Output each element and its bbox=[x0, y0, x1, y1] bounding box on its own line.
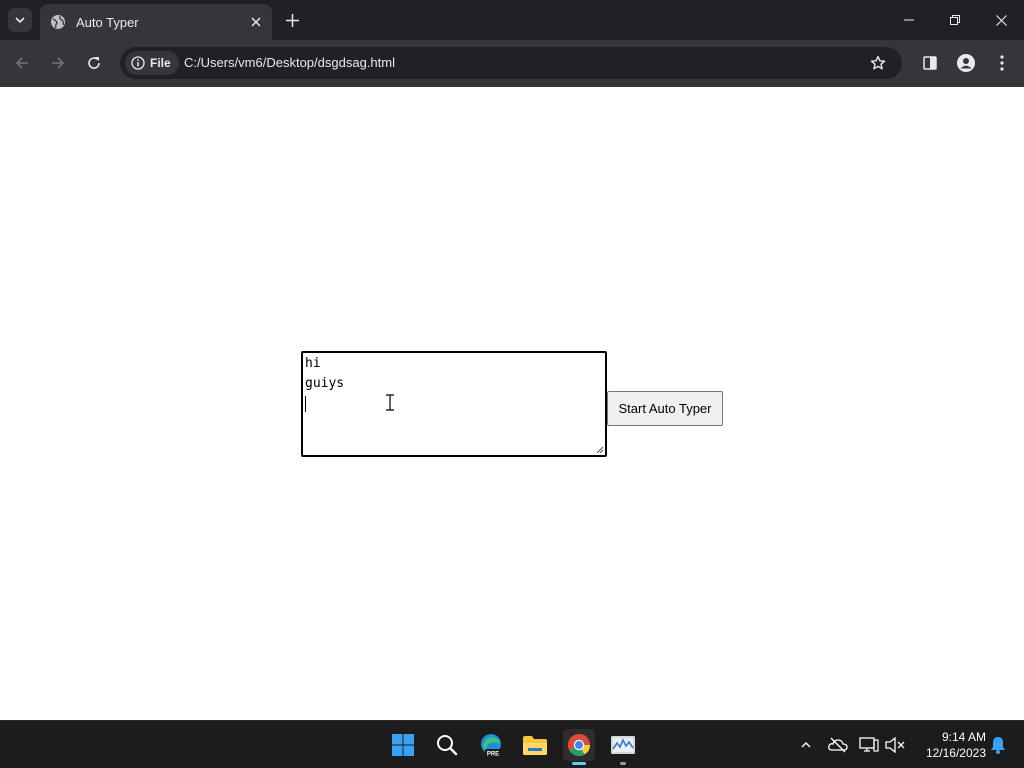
tab-title: Auto Typer bbox=[76, 14, 139, 30]
search-icon bbox=[437, 735, 458, 756]
bookmark-button[interactable] bbox=[868, 53, 888, 73]
close-icon bbox=[995, 14, 1007, 26]
minimize-button[interactable] bbox=[886, 0, 932, 40]
profile-icon bbox=[957, 54, 975, 72]
volume-status[interactable] bbox=[883, 733, 907, 757]
volume-muted-icon bbox=[885, 737, 905, 753]
address-bar[interactable]: File C:/Users/vm6/Desktop/dsgdsag.html bbox=[120, 47, 902, 79]
back-button[interactable] bbox=[10, 51, 34, 75]
site-info-label: File bbox=[150, 56, 171, 70]
info-icon bbox=[131, 56, 145, 70]
browser-titlebar: Auto Typer bbox=[0, 0, 1024, 40]
text-caret bbox=[305, 396, 306, 412]
side-panel-icon bbox=[923, 56, 937, 70]
edge-preview-icon: PRE bbox=[481, 734, 501, 758]
performance-monitor-app[interactable] bbox=[607, 729, 639, 765]
new-tab-button[interactable] bbox=[282, 10, 302, 30]
browser-toolbar: File C:/Users/vm6/Desktop/dsgdsag.html bbox=[0, 40, 1024, 87]
url-text[interactable]: C:/Users/vm6/Desktop/dsgdsag.html bbox=[184, 55, 395, 70]
clock-time: 9:14 AM bbox=[941, 730, 986, 744]
text-cursor-icon bbox=[386, 394, 394, 411]
taskbar-search-button[interactable] bbox=[431, 729, 463, 761]
clock-date: 12/16/2023 bbox=[925, 746, 986, 760]
plus-icon bbox=[285, 13, 299, 27]
file-explorer-app[interactable] bbox=[519, 729, 551, 761]
page-content: hi guiys Start Auto Typer bbox=[0, 87, 1024, 720]
more-vertical-icon bbox=[1000, 55, 1004, 71]
notifications-button[interactable] bbox=[986, 733, 1010, 757]
reload-button[interactable] bbox=[82, 51, 106, 75]
profile-button[interactable] bbox=[954, 51, 978, 75]
network-icon bbox=[859, 737, 879, 752]
chevron-up-icon bbox=[801, 742, 811, 748]
running-app-indicator bbox=[620, 762, 626, 765]
windows-start-icon bbox=[392, 734, 414, 756]
edge-badge-label: PRE bbox=[487, 752, 499, 758]
globe-icon bbox=[51, 15, 65, 29]
chrome-icon bbox=[568, 734, 590, 756]
textarea-line bbox=[305, 394, 603, 414]
minimize-icon bbox=[904, 19, 914, 21]
bell-icon bbox=[991, 737, 1005, 754]
taskbar: PRE 9:14 AM 12/16/2023 bbox=[0, 720, 1024, 768]
tab-search-button[interactable] bbox=[8, 8, 32, 32]
active-app-indicator bbox=[572, 762, 586, 765]
site-info-chip[interactable]: File bbox=[125, 51, 179, 75]
onedrive-status[interactable] bbox=[826, 733, 850, 757]
start-button[interactable] bbox=[387, 729, 419, 761]
text-input-area[interactable]: hi guiys bbox=[301, 351, 607, 457]
resize-grip-icon[interactable] bbox=[596, 446, 604, 454]
side-panel-button[interactable] bbox=[918, 51, 942, 75]
file-explorer-icon bbox=[523, 736, 547, 755]
reload-icon bbox=[88, 57, 100, 69]
system-clock[interactable]: 9:14 AM 12/16/2023 bbox=[914, 729, 986, 761]
close-icon bbox=[251, 17, 261, 27]
menu-button[interactable] bbox=[990, 51, 1014, 75]
textarea-line: guiys bbox=[305, 376, 345, 391]
start-auto-typer-button[interactable]: Start Auto Typer bbox=[607, 391, 723, 426]
tab-auto-typer[interactable]: Auto Typer bbox=[40, 4, 272, 40]
cloud-offline-icon bbox=[828, 737, 848, 753]
star-icon bbox=[870, 55, 886, 70]
arrow-left-icon bbox=[15, 57, 28, 69]
restore-icon bbox=[950, 15, 960, 25]
chevron-down-icon bbox=[15, 17, 25, 24]
arrow-right-icon bbox=[52, 57, 65, 69]
edge-preview-app[interactable]: PRE bbox=[475, 729, 507, 761]
window-close-button[interactable] bbox=[978, 0, 1024, 40]
performance-monitor-icon bbox=[611, 736, 635, 754]
network-status[interactable] bbox=[857, 733, 881, 757]
show-hidden-icons-button[interactable] bbox=[794, 733, 818, 757]
tab-close-button[interactable] bbox=[246, 12, 266, 32]
textarea-line: hi bbox=[305, 356, 321, 371]
forward-button[interactable] bbox=[46, 51, 70, 75]
chrome-app[interactable] bbox=[563, 729, 595, 765]
restore-button[interactable] bbox=[932, 0, 978, 40]
